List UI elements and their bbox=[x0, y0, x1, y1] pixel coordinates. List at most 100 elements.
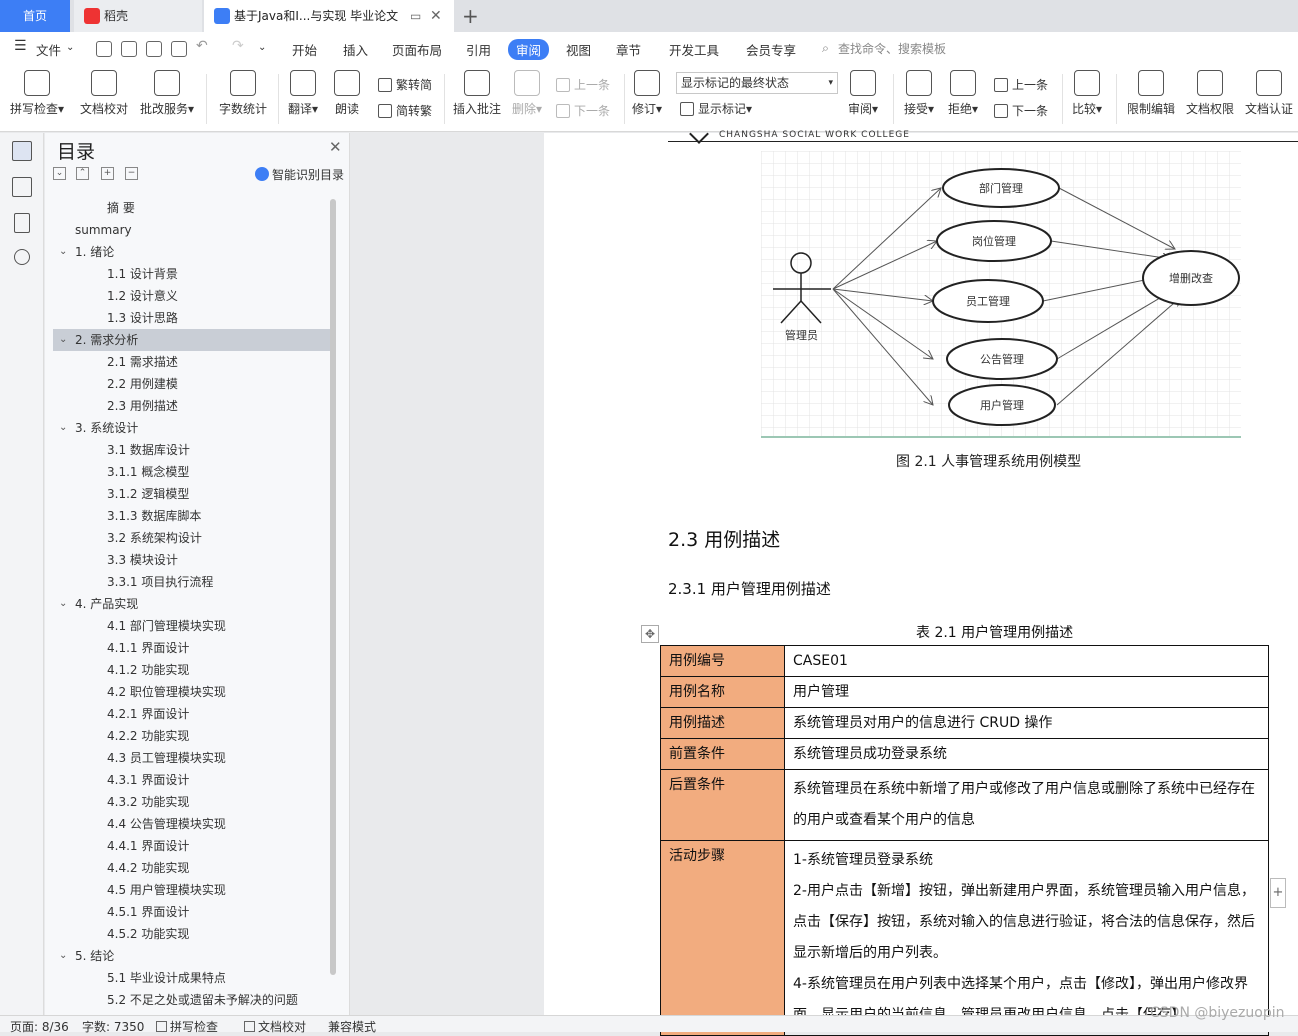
simp-to-trad-button[interactable]: 简转繁 bbox=[378, 102, 432, 119]
toc-item[interactable]: 1.3 设计思路 bbox=[53, 307, 331, 329]
hamburger-icon[interactable]: ☰ bbox=[14, 38, 27, 54]
toc-item[interactable]: ⌄ 2. 需求分析 bbox=[53, 329, 331, 351]
table-key-cell[interactable]: 后置条件 bbox=[660, 769, 785, 841]
doc-permission-button[interactable]: 文档权限 bbox=[1186, 70, 1234, 117]
pin-icon[interactable]: ▭ bbox=[410, 0, 421, 32]
show-markup-button[interactable]: 显示标记▾ bbox=[680, 100, 752, 117]
table-key-cell[interactable]: 活动步骤 bbox=[660, 840, 785, 1036]
toc-item[interactable]: 4.5 用户管理模块实现 bbox=[53, 879, 331, 901]
search-icon[interactable]: ⌕ bbox=[822, 40, 829, 56]
table-move-icon[interactable]: ✥ bbox=[641, 625, 659, 643]
spell-check-button[interactable]: 拼写检查▾ bbox=[10, 70, 64, 117]
new-tab-button[interactable]: + bbox=[462, 4, 482, 28]
document-page[interactable]: CHANGSHA SOCIAL WORK COLLEGE 管理员 部门管理 岗位… bbox=[544, 124, 1298, 1036]
bookmark-icon[interactable] bbox=[14, 213, 30, 233]
chevron-down-icon[interactable]: ⌄ bbox=[59, 241, 67, 263]
doc-certify-button[interactable]: 文档认证 bbox=[1245, 70, 1293, 117]
table-value-cell[interactable]: 系统管理员在系统中新增了用户或修改了用户信息或删除了系统中已经存在的用户或查看某… bbox=[784, 769, 1269, 841]
expand-up-icon[interactable]: ⌃ bbox=[76, 167, 89, 180]
word-count-indicator[interactable]: 字数: 7350 bbox=[82, 1018, 144, 1035]
toc-item[interactable]: 4.2 职位管理模块实现 bbox=[53, 681, 331, 703]
menu-layout[interactable]: 页面布局 bbox=[392, 40, 442, 59]
review-pane-button[interactable]: 审阅▾ bbox=[848, 70, 878, 117]
toc-scrollbar[interactable] bbox=[330, 199, 336, 975]
close-tab-icon[interactable]: ✕ bbox=[430, 0, 442, 32]
close-icon[interactable]: ✕ bbox=[329, 138, 342, 156]
toc-item[interactable]: 4.1 部门管理模块实现 bbox=[53, 615, 331, 637]
tab-home[interactable]: 首页 bbox=[0, 0, 70, 32]
toc-item[interactable]: 4.4 公告管理模块实现 bbox=[53, 813, 331, 835]
menu-file[interactable]: 文件 bbox=[36, 40, 61, 59]
status-spell-check[interactable]: 拼写检查 bbox=[156, 1018, 218, 1035]
next-change-button[interactable]: 下一条 bbox=[994, 102, 1048, 119]
toc-item[interactable]: 5.1 毕业设计成果特点 bbox=[53, 967, 331, 989]
menu-view[interactable]: 视图 bbox=[566, 40, 591, 59]
add-heading-icon[interactable]: + bbox=[101, 167, 114, 180]
read-aloud-button[interactable]: 朗读 bbox=[334, 70, 360, 117]
add-side-button[interactable]: + bbox=[1270, 878, 1286, 908]
more-icon[interactable]: ⌄ bbox=[258, 42, 266, 53]
toc-item[interactable]: 4.2.2 功能实现 bbox=[53, 725, 331, 747]
table-key-cell[interactable]: 用例编号 bbox=[660, 645, 785, 677]
page-indicator[interactable]: 页面: 8/36 bbox=[10, 1018, 69, 1035]
menu-insert[interactable]: 插入 bbox=[343, 40, 368, 59]
toc-item[interactable]: 3.1.1 概念模型 bbox=[53, 461, 331, 483]
toc-item[interactable]: 3.1.2 逻辑模型 bbox=[53, 483, 331, 505]
save-icon[interactable] bbox=[96, 41, 112, 57]
menu-chapter[interactable]: 章节 bbox=[616, 40, 641, 59]
word-count-button[interactable]: 字数统计 bbox=[219, 70, 267, 117]
table-key-cell[interactable]: 用例名称 bbox=[660, 676, 785, 708]
collapse-all-icon[interactable]: ⌄ bbox=[53, 167, 66, 180]
review-service-button[interactable]: 批改服务▾ bbox=[140, 70, 194, 117]
use-case-table[interactable]: 用例编号 CASE01 用例名称 用户管理 用例描述 系统管理员对用户的信息进行 CRUD… bbox=[660, 645, 1269, 1036]
translate-button[interactable]: 翻译▾ bbox=[288, 70, 318, 117]
toc-item[interactable]: ⌄ 4. 产品实现 bbox=[53, 593, 331, 615]
toc-item[interactable]: summary bbox=[53, 219, 331, 241]
toc-item[interactable]: 4.5.2 功能实现 bbox=[53, 923, 331, 945]
print-icon[interactable] bbox=[146, 41, 162, 57]
chevron-down-icon[interactable]: ⌄ bbox=[59, 329, 67, 351]
accept-button[interactable]: 接受▾ bbox=[904, 70, 934, 117]
toc-item[interactable]: 4.1.1 界面设计 bbox=[53, 637, 331, 659]
toc-item[interactable]: 4.1.2 功能实现 bbox=[53, 659, 331, 681]
toc-item[interactable]: 3.1.3 数据库脚本 bbox=[53, 505, 331, 527]
table-value-cell[interactable]: 用户管理 bbox=[784, 676, 1269, 708]
print-preview-icon[interactable] bbox=[171, 41, 187, 57]
track-changes-button[interactable]: 修订▾ bbox=[632, 70, 662, 117]
next-comment-button[interactable]: 下一条 bbox=[556, 102, 610, 119]
toc-item[interactable]: 2.2 用例建模 bbox=[53, 373, 331, 395]
prev-change-button[interactable]: 上一条 bbox=[994, 76, 1048, 93]
toc-item[interactable]: 3.3.1 项目执行流程 bbox=[53, 571, 331, 593]
chevron-down-icon[interactable]: ⌄ bbox=[59, 417, 67, 439]
table-value-cell[interactable]: CASE01 bbox=[784, 645, 1269, 677]
insert-comment-button[interactable]: 插入批注 bbox=[453, 70, 501, 117]
table-value-cell[interactable]: 系统管理员对用户的信息进行 CRUD 操作 bbox=[784, 707, 1269, 739]
toc-item[interactable]: 1.2 设计意义 bbox=[53, 285, 331, 307]
export-icon[interactable] bbox=[121, 41, 137, 57]
table-key-cell[interactable]: 用例描述 bbox=[660, 707, 785, 739]
chevron-down-icon[interactable]: ⌄ bbox=[59, 945, 67, 967]
markup-state-select[interactable]: 显示标记的最终状态 ▾ bbox=[676, 72, 838, 94]
toc-item[interactable]: 4.4.2 功能实现 bbox=[53, 857, 331, 879]
chevron-down-icon[interactable]: ⌄ bbox=[66, 42, 74, 53]
restrict-edit-button[interactable]: 限制编辑 bbox=[1127, 70, 1175, 117]
toc-item[interactable]: ⌄ 3. 系统设计 bbox=[53, 417, 331, 439]
toc-item[interactable]: 2.1 需求描述 bbox=[53, 351, 331, 373]
toc-item[interactable]: 4.3.1 界面设计 bbox=[53, 769, 331, 791]
toc-item[interactable]: ⌄ 5. 结论 bbox=[53, 945, 331, 967]
menu-developer[interactable]: 开发工具 bbox=[669, 40, 719, 59]
tab-daoke[interactable]: 稻壳 bbox=[74, 0, 202, 32]
outline-icon[interactable] bbox=[12, 177, 32, 197]
toc-item[interactable]: 4.2.1 界面设计 bbox=[53, 703, 331, 725]
toc-item[interactable]: 1.1 设计背景 bbox=[53, 263, 331, 285]
remove-heading-icon[interactable]: − bbox=[125, 167, 138, 180]
tab-document[interactable]: 基于Java和I...与实现 毕业论文 ▭ ✕ bbox=[204, 0, 454, 32]
toc-item[interactable]: 摘 要 bbox=[53, 197, 331, 219]
doc-check-button[interactable]: 文档校对 bbox=[80, 70, 128, 117]
reject-button[interactable]: 拒绝▾ bbox=[948, 70, 978, 117]
toc-item[interactable]: 3.1 数据库设计 bbox=[53, 439, 331, 461]
smart-toc-button[interactable]: 智能识别目录 bbox=[255, 166, 344, 183]
undo-icon[interactable]: ↶ bbox=[196, 38, 208, 54]
menu-reference[interactable]: 引用 bbox=[466, 40, 491, 59]
table-key-cell[interactable]: 前置条件 bbox=[660, 738, 785, 770]
